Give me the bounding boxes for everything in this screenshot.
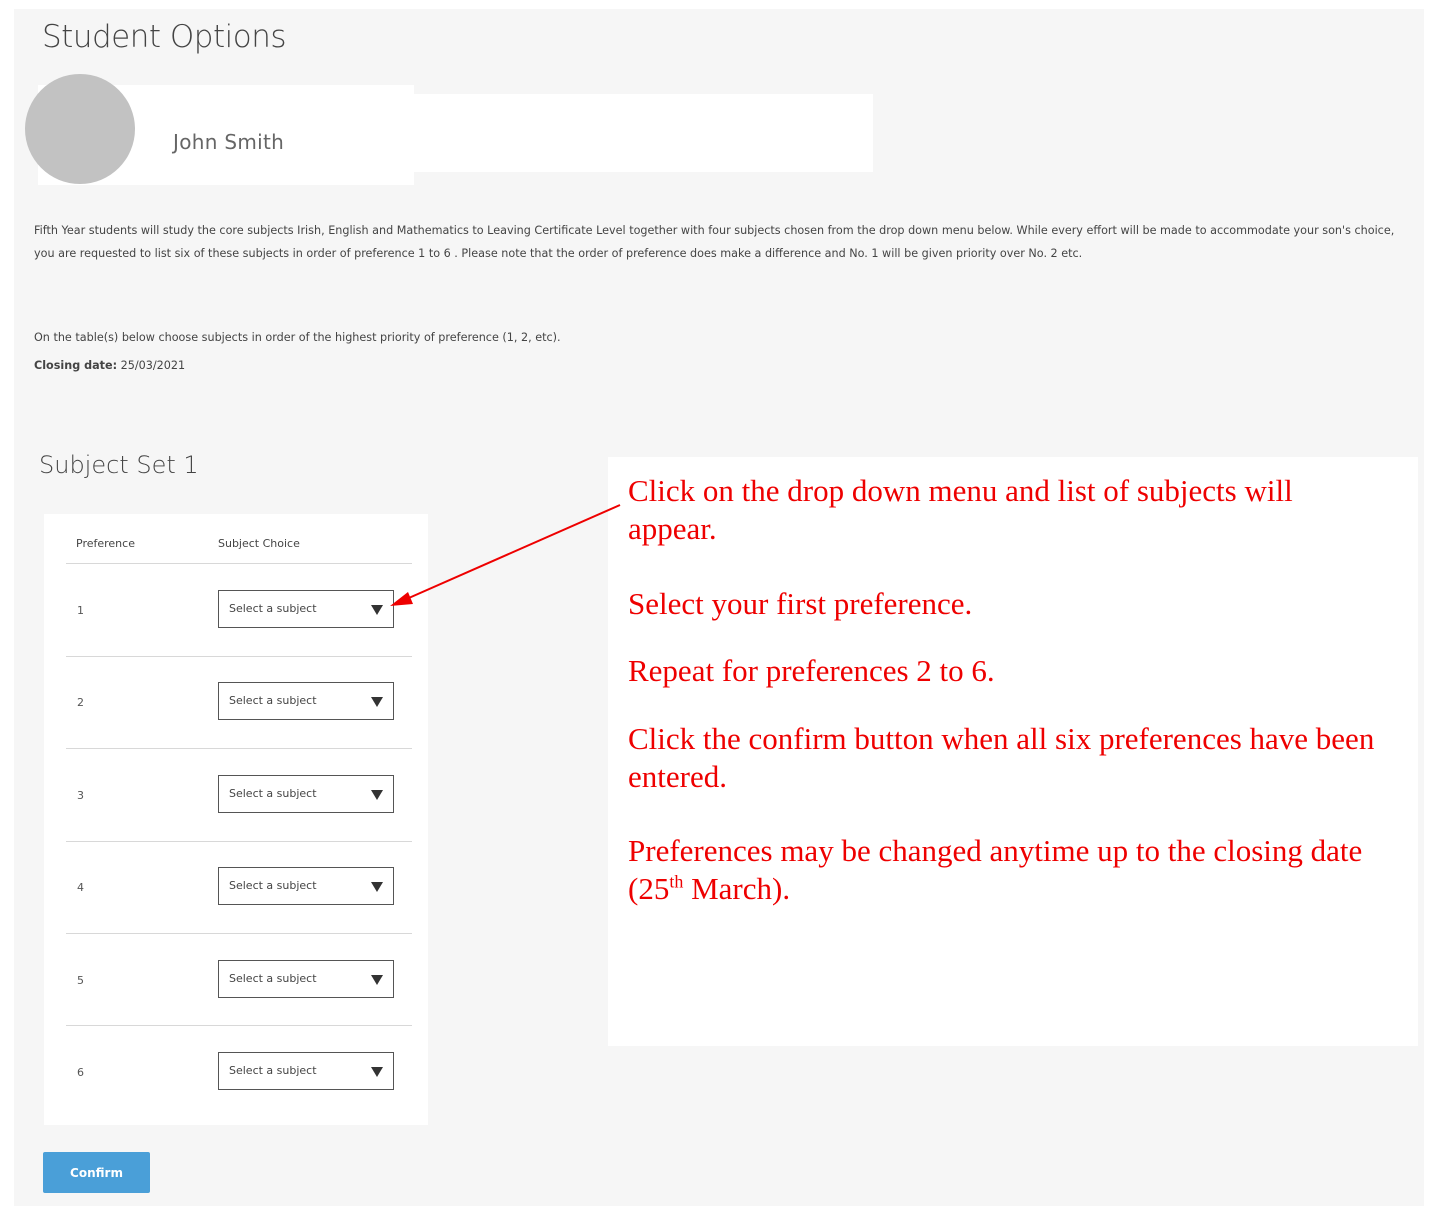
preference-number: 6 [77,1066,84,1079]
row-divider [66,656,412,657]
subject-select-5[interactable]: Select a subject [218,960,394,998]
dropdown-arrow-icon [371,975,383,985]
callout-line-repeat: Repeat for preferences 2 to 6. [628,653,995,688]
subject-set-title: Subject Set 1 [39,451,199,479]
preference-number: 4 [77,881,84,894]
avatar [25,74,135,184]
preference-number: 5 [77,974,84,987]
select-placeholder: Select a subject [229,602,317,615]
row-divider [66,933,412,934]
select-placeholder: Select a subject [229,879,317,892]
intro-paragraph: Fifth Year students will study the core … [34,224,1395,260]
header-divider [66,563,412,564]
dropdown-arrow-icon [371,697,383,707]
student-name: John Smith [173,130,285,154]
row-divider [66,748,412,749]
callout-superscript: th [669,871,684,892]
dropdown-arrow-icon [371,882,383,892]
instruction-text: On the table(s) below choose subjects in… [34,331,561,344]
dropdown-arrow-icon [371,605,383,615]
callout-closing-month: March). [683,871,791,906]
confirm-button[interactable]: Confirm [43,1152,150,1193]
select-placeholder: Select a subject [229,787,317,800]
subject-select-2[interactable]: Select a subject [218,682,394,720]
select-placeholder: Select a subject [229,1064,317,1077]
row-divider [66,1025,412,1026]
callout-line-first-preference: Select your first preference. [628,586,973,621]
subject-select-6[interactable]: Select a subject [218,1052,394,1090]
instruction-callout: Click on the drop down menu and list of … [608,457,1418,1046]
preference-number: 3 [77,789,84,802]
subject-select-3[interactable]: Select a subject [218,775,394,813]
subject-choice-column-header: Subject Choice [218,537,300,550]
subject-select-1[interactable]: Select a subject [218,590,394,628]
callout-line-confirm: Click the confirm button when all six pr… [628,721,1375,794]
dropdown-arrow-icon [371,790,383,800]
subject-table: Preference Subject Choice 1 Select a sub… [44,514,428,1125]
preference-number: 2 [77,696,84,709]
select-placeholder: Select a subject [229,694,317,707]
page-title: Student Options [42,19,287,55]
callout-line-closing: Preferences may be changed anytime up to… [628,832,1388,908]
closing-date-value: 25/03/2021 [120,359,186,372]
select-placeholder: Select a subject [229,972,317,985]
dropdown-arrow-icon [371,1067,383,1077]
callout-line-dropdown: Click on the drop down menu and list of … [628,473,1293,546]
row-divider [66,841,412,842]
closing-date: Closing date: 25/03/2021 [34,359,185,372]
preference-column-header: Preference [76,537,135,550]
closing-date-label: Closing date: [34,359,118,372]
subject-select-4[interactable]: Select a subject [218,867,394,905]
preference-number: 1 [77,604,84,617]
